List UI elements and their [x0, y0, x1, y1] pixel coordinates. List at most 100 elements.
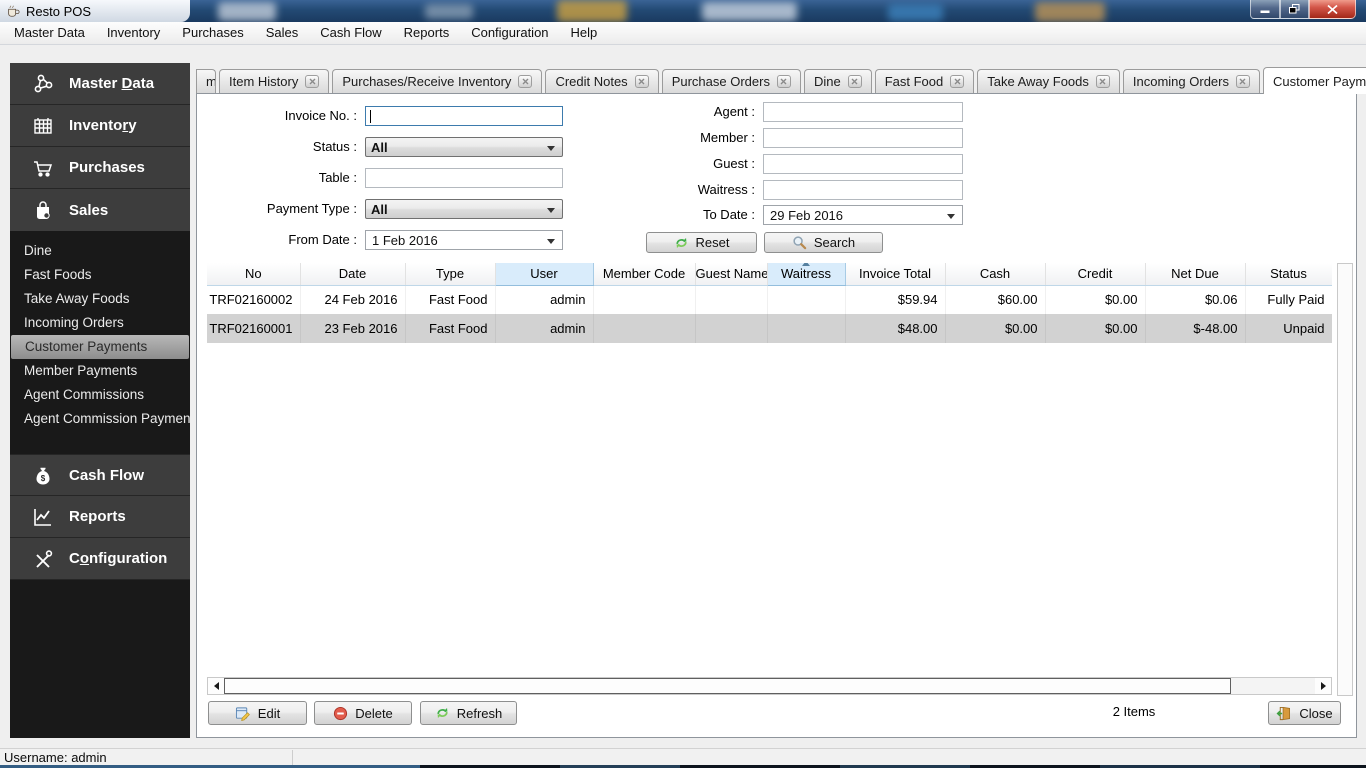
tools-icon [32, 548, 54, 570]
tab-item-history[interactable]: Item History [219, 69, 330, 93]
table-row[interactable]: TRF02160002 24 Feb 2016 Fast Food admin … [207, 285, 1332, 314]
tab-purchases-receive-inventory[interactable]: Purchases/Receive Inventory [332, 69, 543, 93]
sidebar-item-customer-payments[interactable]: Customer Payments [11, 335, 189, 359]
window-controls [1250, 0, 1356, 19]
sidebar-item-agent-commission-payments[interactable]: Agent Commission Payments [10, 407, 190, 431]
column-header-status[interactable]: Status [1245, 263, 1332, 286]
column-header-waitress[interactable]: Waitress [767, 263, 846, 286]
status-separator [292, 750, 293, 765]
vertical-scrollbar[interactable] [1337, 263, 1353, 696]
column-header-credit[interactable]: Credit [1045, 263, 1146, 286]
app-window: Resto POS Master Data Inventory Purchase… [0, 0, 1366, 768]
waitress-input[interactable] [763, 180, 963, 200]
minimize-button[interactable] [1250, 0, 1280, 19]
network-nodes-icon [32, 73, 54, 95]
column-header-invoice-total[interactable]: Invoice Total [845, 263, 946, 286]
refresh-button[interactable]: Refresh [420, 701, 517, 725]
guest-input[interactable] [763, 154, 963, 174]
tab-take-away-foods[interactable]: Take Away Foods [977, 69, 1120, 93]
scroll-left-icon[interactable] [208, 678, 224, 694]
column-header-cash[interactable]: Cash [945, 263, 1046, 286]
menu-help[interactable]: Help [560, 22, 609, 44]
cell-invoice-total: $59.94 [845, 285, 946, 314]
cell-net-due: $0.06 [1145, 285, 1246, 314]
column-header-type[interactable]: Type [405, 263, 496, 286]
desktop-blob [218, 2, 276, 21]
tab-close-icon[interactable] [950, 75, 965, 88]
sidebar-item-purchases[interactable]: Purchases [10, 147, 190, 189]
payment-type-label: Payment Type : [266, 201, 357, 216]
column-header-no[interactable]: No [207, 263, 301, 286]
payment-type-select[interactable]: All [365, 199, 563, 219]
reset-button[interactable]: Reset [646, 232, 757, 253]
maximize-button[interactable] [1280, 0, 1309, 19]
tab-dine[interactable]: Dine [803, 69, 872, 93]
column-header-date[interactable]: Date [300, 263, 406, 286]
tab-close-icon[interactable] [518, 75, 533, 88]
tab-incoming-orders[interactable]: Incoming Orders [1122, 69, 1260, 93]
table-input[interactable] [365, 168, 563, 188]
tab-close-icon[interactable] [847, 75, 862, 88]
tab-purchase-orders[interactable]: Purchase Orders [661, 69, 801, 93]
main-panel: ments Item History Purchases/Receive Inv… [196, 66, 1366, 738]
sidebar-item-fast-foods[interactable]: Fast Foods [10, 263, 190, 287]
close-button[interactable]: Close [1268, 701, 1341, 725]
reset-label: Reset [695, 235, 730, 250]
agent-input[interactable] [763, 102, 963, 122]
cell-waitress [767, 285, 846, 314]
horizontal-scrollbar[interactable] [207, 677, 1332, 695]
menu-reports[interactable]: Reports [393, 22, 461, 44]
sidebar-item-agent-commissions[interactable]: Agent Commissions [10, 383, 190, 407]
magnifier-icon [792, 235, 807, 250]
menu-purchases[interactable]: Purchases [171, 22, 254, 44]
tab-close-icon[interactable] [305, 75, 320, 88]
from-date-select[interactable]: 1 Feb 2016 [365, 230, 563, 250]
close-window-button[interactable] [1309, 0, 1356, 19]
tab-close-icon[interactable] [1235, 75, 1250, 88]
cell-guest-name [695, 314, 768, 343]
table-header-row: No Date Type User Member Code Guest Name… [207, 263, 1332, 286]
sidebar-item-master-data[interactable]: Master Data [10, 63, 190, 105]
sidebar-item-configuration[interactable]: Configuration [10, 538, 190, 580]
tab-credit-notes[interactable]: Credit Notes [545, 69, 659, 93]
sidebar-item-inventory[interactable]: Inventory [10, 105, 190, 147]
sidebar-label: Configuration [69, 550, 168, 567]
menu-cash-flow[interactable]: Cash Flow [309, 22, 392, 44]
sidebar-item-reports[interactable]: Reports [10, 496, 190, 538]
column-header-net-due[interactable]: Net Due [1145, 263, 1246, 286]
sidebar-item-incoming-orders[interactable]: Incoming Orders [10, 311, 190, 335]
tab-ments[interactable]: ments [196, 69, 216, 93]
table-row[interactable]: TRF02160001 23 Feb 2016 Fast Food admin … [207, 314, 1332, 343]
tab-close-icon[interactable] [1095, 75, 1110, 88]
menu-master-data[interactable]: Master Data [3, 22, 96, 44]
scrollbar-thumb[interactable] [224, 678, 1231, 694]
invoice-no-input[interactable] [365, 106, 563, 126]
sidebar-item-member-payments[interactable]: Member Payments [10, 359, 190, 383]
edit-button[interactable]: Edit [208, 701, 307, 725]
sidebar-item-take-away-foods[interactable]: Take Away Foods [10, 287, 190, 311]
tab-fast-food[interactable]: Fast Food [874, 69, 975, 93]
sidebar-item-dine[interactable]: Dine [10, 239, 190, 263]
items-count: 2 Items [1112, 704, 1156, 719]
column-header-guest-name[interactable]: Guest Name [695, 263, 768, 286]
sidebar-item-sales[interactable]: Sales [10, 189, 190, 231]
to-date-select[interactable]: 29 Feb 2016 [763, 205, 963, 225]
member-input[interactable] [763, 128, 963, 148]
status-select[interactable]: All [365, 137, 563, 157]
menu-sales[interactable]: Sales [255, 22, 310, 44]
column-header-user[interactable]: User [495, 263, 594, 286]
scroll-right-icon[interactable] [1315, 678, 1331, 694]
menu-inventory[interactable]: Inventory [96, 22, 171, 44]
tab-close-icon[interactable] [634, 75, 649, 88]
column-header-member-code[interactable]: Member Code [593, 263, 696, 286]
menu-configuration[interactable]: Configuration [460, 22, 559, 44]
sidebar-item-cash-flow[interactable]: $ Cash Flow [10, 454, 190, 496]
tab-label: Dine [813, 74, 841, 89]
delete-button[interactable]: Delete [314, 701, 412, 725]
search-button[interactable]: Search [764, 232, 883, 253]
tab-close-icon[interactable] [776, 75, 791, 88]
tab-customer-payments[interactable]: Customer Payments [1262, 67, 1366, 94]
payments-table: No Date Type User Member Code Guest Name… [207, 263, 1332, 677]
tab-label: Item History [229, 74, 299, 89]
